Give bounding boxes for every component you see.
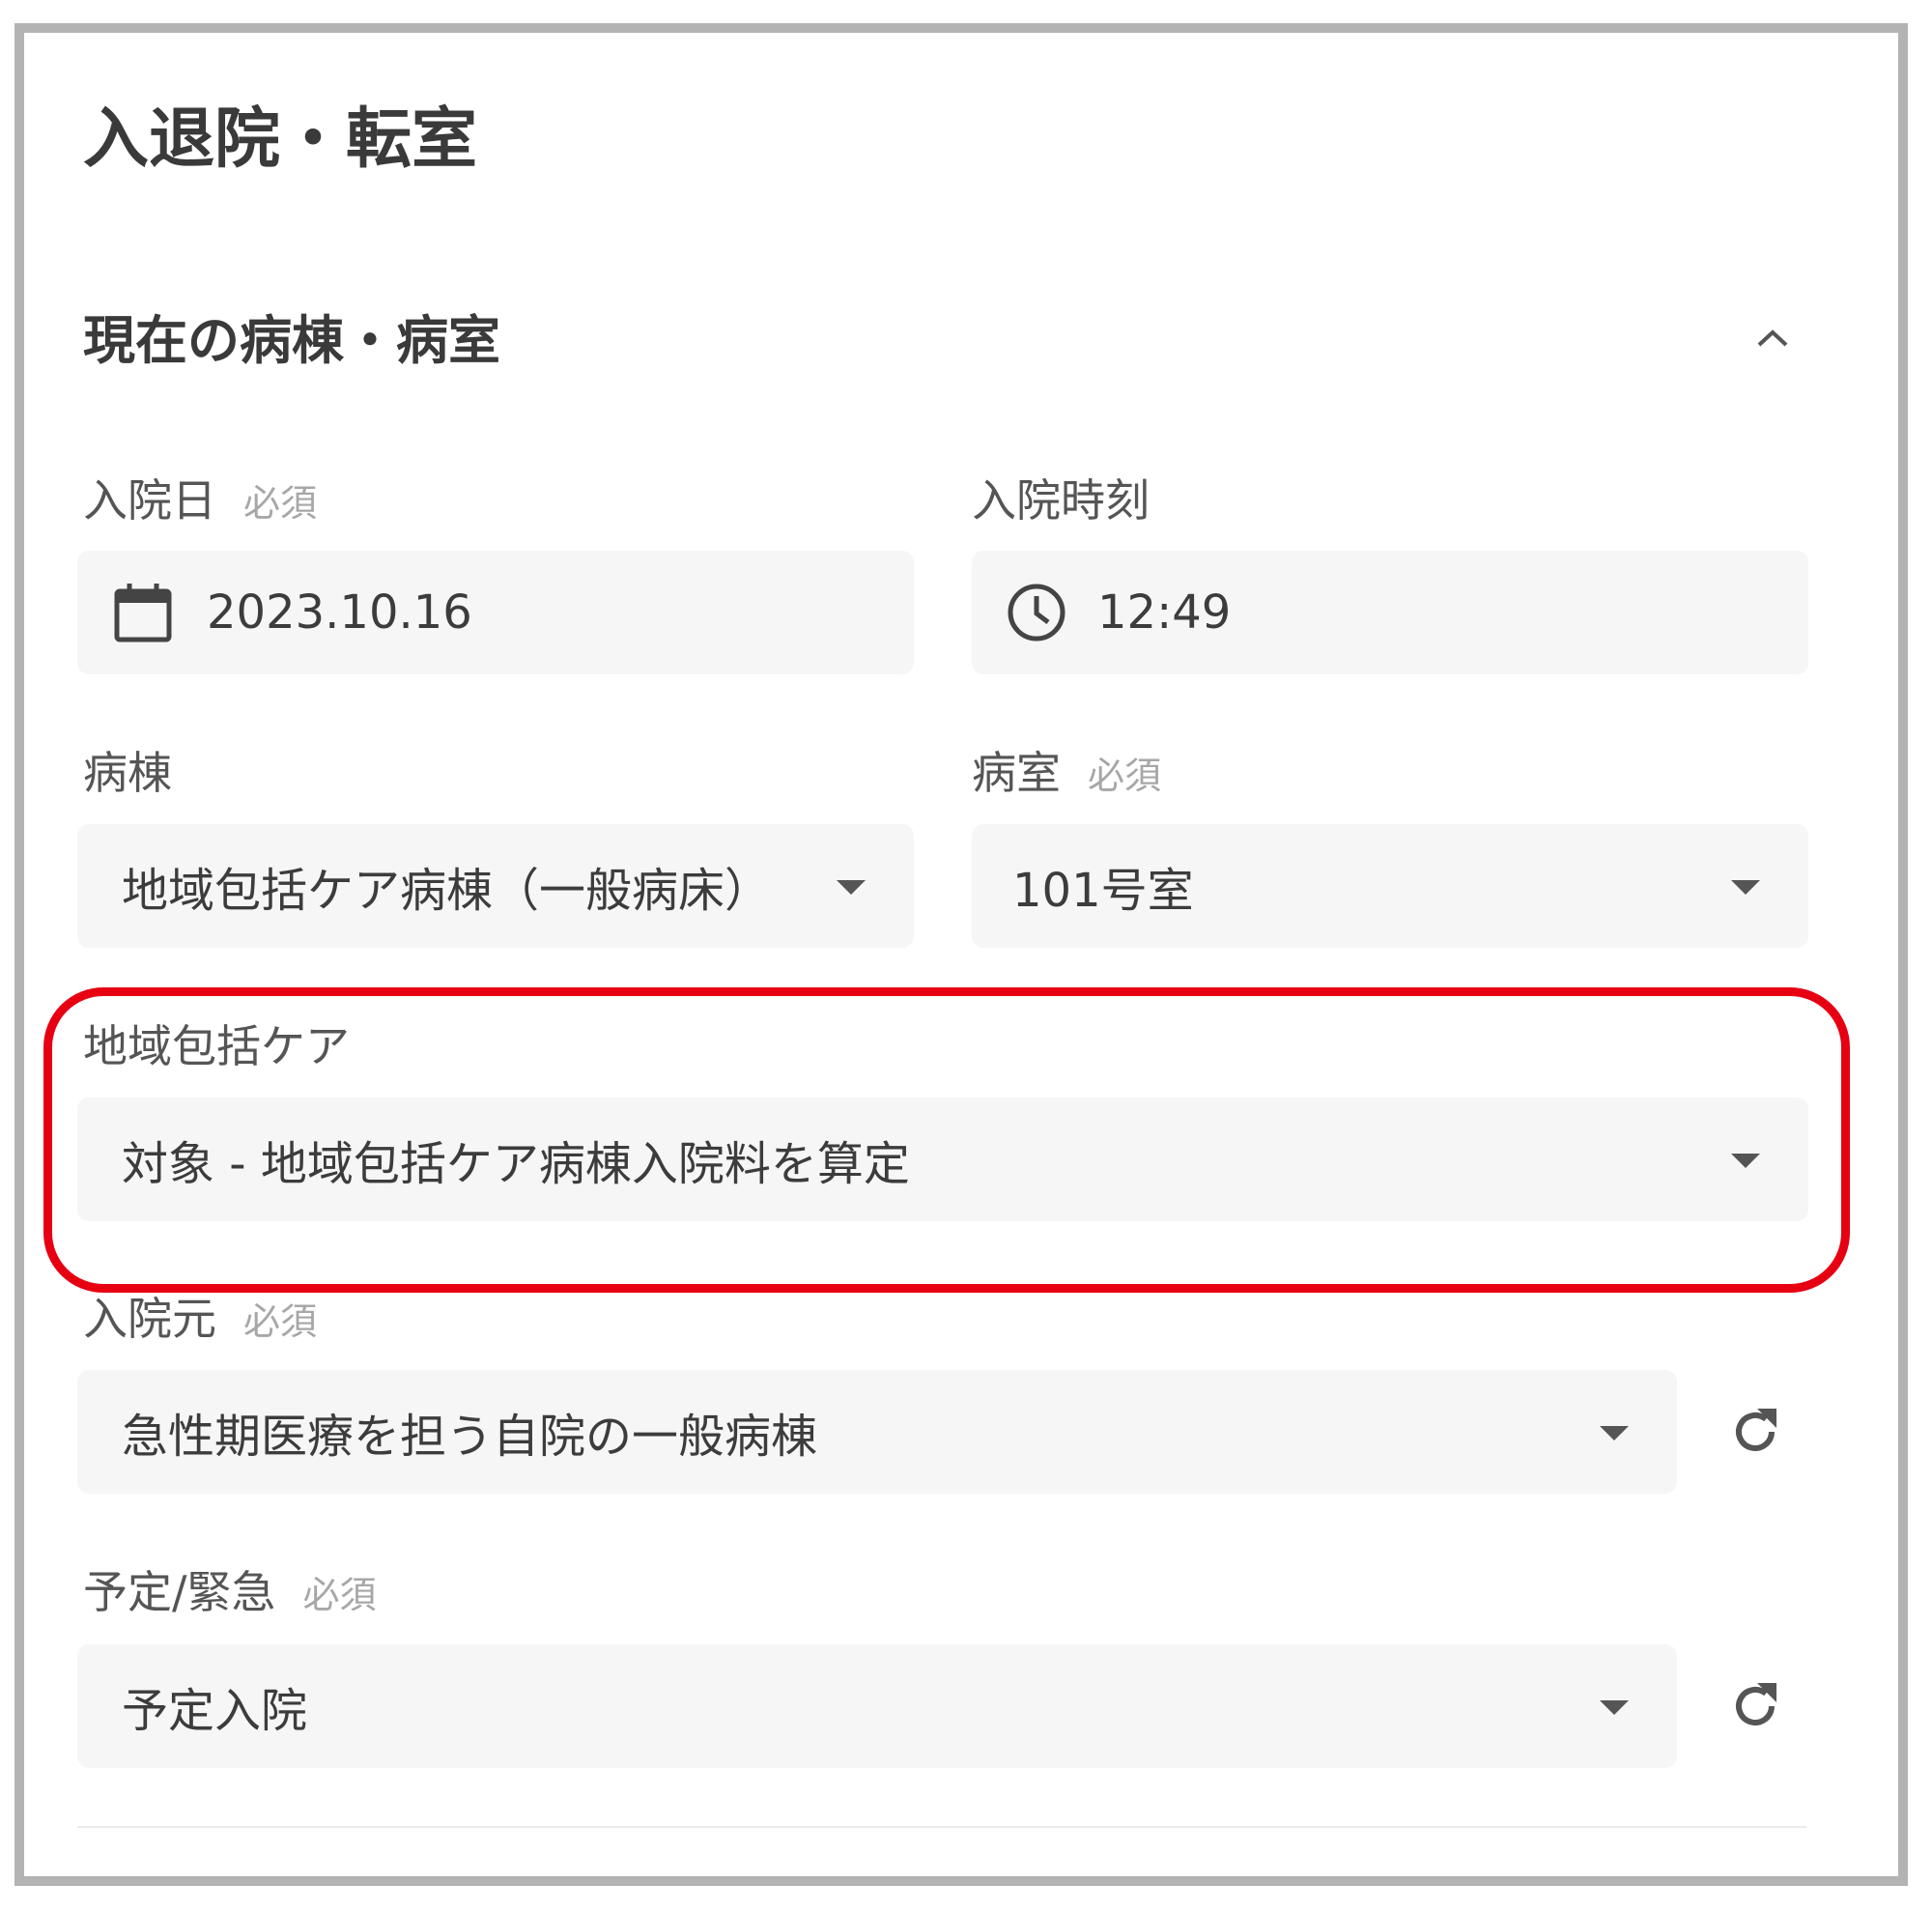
dropdown-arrow-icon: [1731, 1154, 1760, 1168]
refresh-icon: [1736, 1409, 1776, 1451]
refresh-icon: [1736, 1683, 1776, 1726]
chevron-up-icon: [1757, 329, 1788, 347]
clock-icon: [1008, 584, 1065, 642]
admission-time-field[interactable]: 12:49: [972, 551, 1808, 674]
required-badge: 必須: [302, 1574, 377, 1616]
admission-source-select[interactable]: 急性期医療を担う自院の一般病棟: [77, 1370, 1677, 1494]
room-value: 101号室: [1012, 864, 1194, 918]
planned-emergency-reset-button[interactable]: [1721, 1672, 1789, 1740]
calendar-icon: [114, 584, 172, 642]
page-title: 入退院・転室: [83, 101, 478, 178]
required-badge: 必須: [1088, 755, 1162, 797]
community-care-value: 対象 - 地域包括ケア病棟入院料を算定: [122, 1137, 910, 1191]
room-select[interactable]: 101号室: [972, 824, 1808, 948]
planned-emergency-label: 予定/緊急 必須: [83, 1563, 377, 1624]
ward-value: 地域包括ケア病棟（一般病床）: [122, 864, 772, 918]
admission-time-value: 12:49: [1097, 585, 1232, 640]
planned-emergency-label-text: 予定/緊急: [83, 1566, 276, 1618]
ward-label: 病棟: [83, 747, 172, 799]
section-collapse-button[interactable]: [1744, 309, 1802, 367]
room-label-text: 病室: [972, 747, 1061, 799]
planned-emergency-value: 予定入院: [122, 1684, 308, 1738]
section-divider: [77, 1826, 1806, 1828]
ward-select[interactable]: 地域包括ケア病棟（一般病床）: [77, 824, 914, 948]
admission-time-label: 入院時刻: [972, 474, 1150, 527]
section-title: 現在の病棟・病室: [83, 310, 500, 371]
dropdown-arrow-icon: [1731, 880, 1760, 895]
community-care-select[interactable]: 対象 - 地域包括ケア病棟入院料を算定: [77, 1098, 1808, 1221]
admission-source-value: 急性期医療を担う自院の一般病棟: [122, 1410, 818, 1464]
admission-source-label-text: 入院元: [83, 1293, 216, 1345]
dropdown-arrow-icon: [1600, 1426, 1629, 1440]
community-care-label: 地域包括ケア: [83, 1020, 350, 1072]
admission-date-value: 2023.10.16: [207, 585, 472, 640]
admission-date-label-text: 入院日: [83, 474, 216, 527]
admission-date-label: 入院日 必須: [83, 471, 317, 532]
planned-emergency-select[interactable]: 予定入院: [77, 1644, 1677, 1768]
admission-source-label: 入院元 必須: [83, 1290, 317, 1351]
admission-source-reset-button[interactable]: [1721, 1398, 1789, 1466]
required-badge: 必須: [243, 482, 318, 525]
room-label: 病室 必須: [972, 744, 1161, 805]
dropdown-arrow-icon: [1600, 1700, 1629, 1715]
required-badge: 必須: [243, 1300, 318, 1343]
admission-date-field[interactable]: 2023.10.16: [77, 551, 914, 674]
dropdown-arrow-icon: [837, 880, 866, 895]
